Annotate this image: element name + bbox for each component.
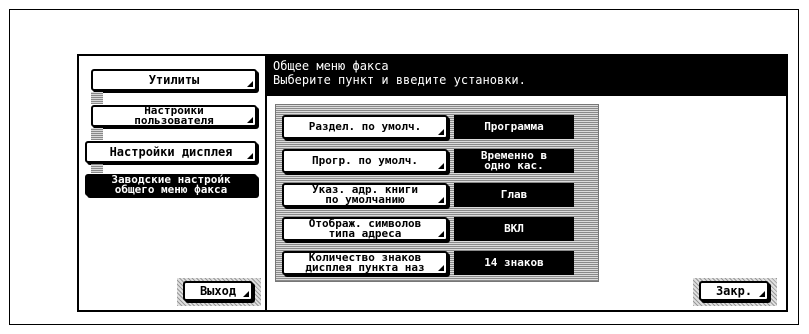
default-program-value: Временно в одно кас. — [454, 149, 574, 173]
sidebar-item-utilities[interactable]: Утилиты — [91, 69, 257, 91]
sidebar-item-label: Утилиты — [148, 73, 200, 87]
sidebar-item-label: Заводские настрои́к общего меню факса — [111, 173, 231, 196]
close-button-label: Закр. — [715, 284, 753, 298]
default-section-value: Программа — [454, 115, 574, 139]
setting-label: Прогр. по умолч. — [312, 154, 418, 167]
close-button-frame: Закр. — [693, 278, 777, 306]
sidebar-item-label: Настройки дисплея — [109, 145, 233, 159]
default-address-book-value: Глав — [454, 183, 574, 207]
screen-frame: Утилиты Настройки пользователя Настройки… — [9, 9, 799, 325]
close-button[interactable]: Закр. — [699, 281, 769, 301]
sidebar-item-user-settings[interactable]: Настройки пользователя — [91, 105, 257, 127]
exit-button[interactable]: Выход — [183, 281, 253, 301]
sidebar-connector — [91, 164, 103, 173]
page-title: Общее меню факса — [273, 59, 389, 73]
address-type-symbols-value: ВКЛ — [454, 217, 574, 241]
sidebar-item-label: Настройки пользователя — [134, 104, 214, 127]
sidebar-connector — [91, 128, 103, 140]
default-program-button[interactable]: Прогр. по умолч. — [282, 149, 448, 173]
destination-name-length-value: 14 знаков — [454, 251, 574, 275]
settings-list: Раздел. по умолч. Программа Прогр. по ум… — [275, 104, 599, 282]
settings-panel: Утилиты Настройки пользователя Настройки… — [77, 54, 788, 312]
sidebar: Утилиты Настройки пользователя Настройки… — [79, 56, 267, 310]
sidebar-item-fax-factory-defaults[interactable]: Заводские настрои́к общего меню факса — [85, 174, 257, 196]
default-section-button[interactable]: Раздел. по умолч. — [282, 115, 448, 139]
page-instruction: Выберите пункт и введите установки. — [273, 73, 526, 87]
sidebar-item-display-settings[interactable]: Настройки дисплея — [85, 141, 257, 163]
destination-name-length-button[interactable]: Количество знаков дисплея пункта наз — [282, 251, 448, 275]
sidebar-connector — [91, 92, 103, 104]
page-header: Общее меню факса Выберите пункт и введит… — [267, 56, 786, 96]
default-address-book-button[interactable]: Указ. адр. книги по умолчанию — [282, 183, 448, 207]
setting-label: Отображ. символов типа адреса — [308, 217, 422, 240]
setting-label: Указ. адр. книги по умолчанию — [312, 183, 418, 206]
settings-content: Раздел. по умолч. Программа Прогр. по ум… — [267, 96, 786, 310]
setting-label: Количество знаков дисплея пункта наз — [305, 251, 425, 274]
exit-button-frame: Выход — [177, 278, 261, 306]
address-type-symbols-button[interactable]: Отображ. символов типа адреса — [282, 217, 448, 241]
exit-button-label: Выход — [199, 284, 237, 298]
setting-label: Раздел. по умолч. — [308, 120, 422, 133]
